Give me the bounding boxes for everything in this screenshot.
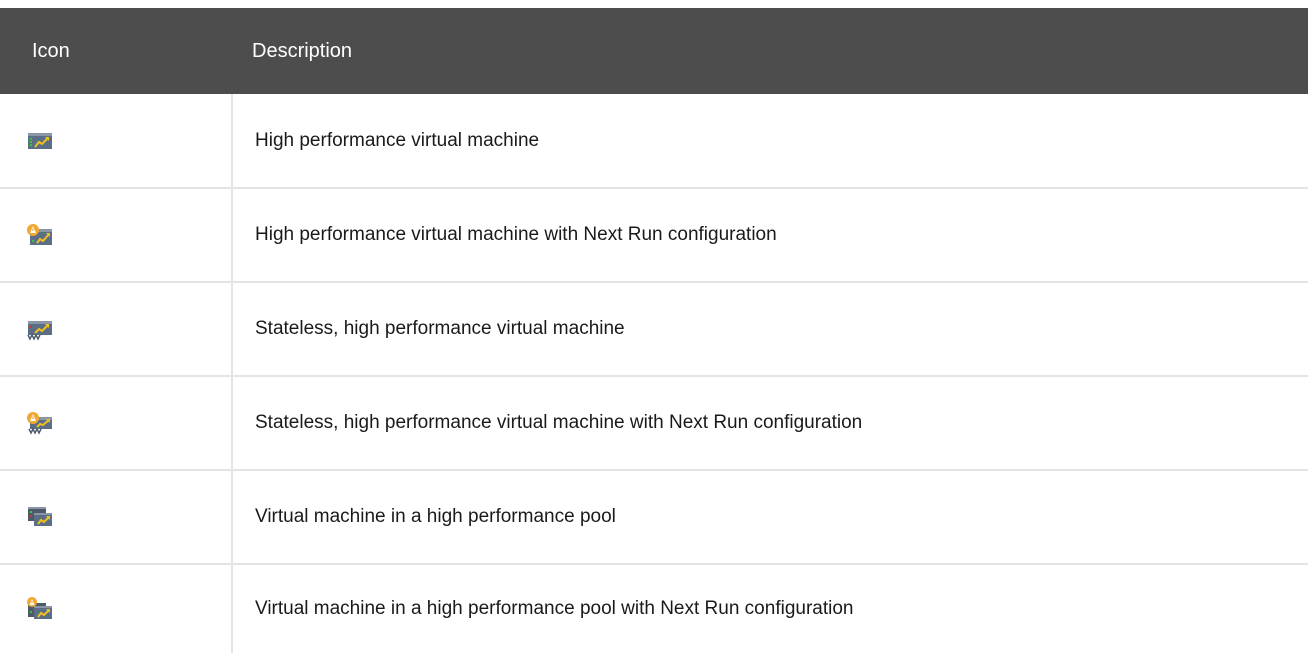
stateless-high-performance-vm-icon bbox=[26, 317, 54, 341]
description-cell: Stateless, high performance virtual mach… bbox=[255, 412, 863, 433]
icon-cell bbox=[0, 376, 233, 470]
description-cell: Stateless, high performance virtual mach… bbox=[255, 318, 625, 339]
table-row: High performance virtual machine with Ne… bbox=[0, 188, 1308, 282]
icon-cell bbox=[0, 94, 233, 188]
description-cell: High performance virtual machine bbox=[255, 129, 540, 151]
icon-cell bbox=[0, 564, 233, 653]
table-row: Virtual machine in a high performance po… bbox=[0, 564, 1308, 653]
high-performance-vm-icon bbox=[26, 129, 54, 153]
table-row: Stateless, high performance virtual mach… bbox=[0, 282, 1308, 376]
icon-cell bbox=[0, 470, 233, 564]
stateless-high-performance-vm-next-run-icon bbox=[26, 411, 54, 435]
high-performance-pool-vm-next-run-icon bbox=[26, 597, 54, 621]
icon-column-header: Icon bbox=[32, 39, 70, 62]
high-performance-vm-next-run-icon bbox=[26, 223, 54, 247]
table-row: High performance virtual machine bbox=[0, 94, 1308, 188]
description-cell: Virtual machine in a high performance po… bbox=[255, 598, 854, 619]
icon-cell bbox=[0, 282, 233, 376]
icon-table: Icon Description High performance virtua… bbox=[0, 8, 1308, 653]
description-column-header: Description bbox=[252, 39, 353, 62]
description-cell: High performance virtual machine with Ne… bbox=[255, 224, 777, 245]
icon-cell bbox=[0, 188, 233, 282]
description-cell: Virtual machine in a high performance po… bbox=[255, 506, 616, 527]
table-header: Icon Description bbox=[0, 8, 1308, 94]
table-header-row: Icon Description bbox=[0, 8, 1308, 94]
high-performance-pool-vm-icon bbox=[26, 505, 54, 529]
table-row: Virtual machine in a high performance po… bbox=[0, 470, 1308, 564]
table-row: Stateless, high performance virtual mach… bbox=[0, 376, 1308, 470]
page: Icon Description High performance virtua… bbox=[0, 0, 1308, 659]
